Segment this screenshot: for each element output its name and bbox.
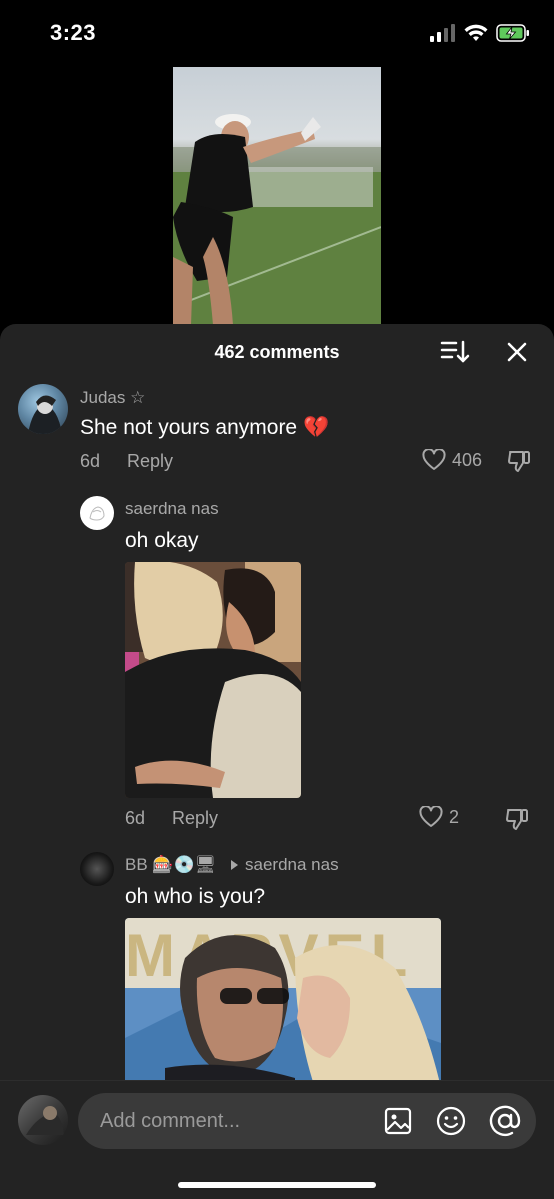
dislike-icon[interactable] (504, 806, 530, 832)
comment-text: oh who is you? (125, 885, 266, 908)
comments-count-title: 462 comments (214, 342, 340, 362)
dislike-icon[interactable] (506, 448, 532, 474)
like-button[interactable]: 2 (419, 806, 459, 828)
avatar[interactable] (18, 384, 68, 434)
home-indicator (178, 1182, 376, 1188)
reply-comment-item: saerdna nas oh okay 6d Reply 2 (0, 490, 554, 840)
my-avatar[interactable] (18, 1095, 68, 1145)
wifi-icon (464, 24, 488, 41)
reply-button[interactable]: Reply (172, 808, 218, 829)
reply-button[interactable]: Reply (127, 451, 173, 472)
status-time: 3:23 (50, 20, 97, 45)
close-icon[interactable] (504, 339, 530, 365)
like-count: 406 (452, 449, 483, 470)
battery-charging-icon (496, 24, 529, 42)
comment-username[interactable]: saerdna nas (125, 499, 219, 519)
comment-photo[interactable] (125, 562, 301, 798)
comment-age: 6d (80, 451, 101, 471)
image-icon[interactable] (383, 1106, 413, 1136)
sort-icon[interactable] (440, 339, 470, 365)
comment-input[interactable] (100, 1107, 370, 1135)
status-icons (430, 24, 530, 42)
reply-comment-item: BB 🎰💿🖥 saerdna nas oh who is you? MARVEL (0, 846, 554, 1088)
video-preview[interactable] (173, 67, 381, 325)
video-frame (173, 114, 381, 325)
comment-item: Judas ☆ She not yours anymore 💔 6d Reply… (0, 380, 554, 490)
avatar[interactable] (80, 852, 114, 886)
avatar[interactable] (80, 496, 114, 530)
comment-text: She not yours anymore 💔 (80, 416, 330, 439)
like-button[interactable]: 406 (422, 449, 482, 471)
emoji-icon[interactable] (435, 1105, 467, 1137)
reply-to-username[interactable]: saerdna nas (245, 855, 339, 875)
comment-photo[interactable]: MARVEL (125, 918, 441, 1088)
status-bar: 3:23 (0, 0, 554, 66)
signal-icon (430, 24, 455, 42)
heart-icon (419, 806, 443, 827)
mention-icon[interactable] (488, 1104, 522, 1138)
comment-username[interactable]: Judas ☆ (80, 388, 145, 408)
sheet-header: 462 comments (0, 324, 554, 380)
comment-text: oh okay (125, 529, 199, 552)
heart-icon (422, 449, 446, 470)
comments-sheet: 462 comments Judas ☆ She not yours anymo… (0, 324, 554, 1199)
reply-arrow-icon (231, 860, 238, 870)
comment-composer (0, 1080, 554, 1199)
comment-input-pill[interactable] (78, 1093, 536, 1149)
like-count: 2 (449, 806, 460, 827)
comment-username[interactable]: BB 🎰💿🖥 (125, 855, 216, 875)
comment-age: 6d (125, 808, 146, 828)
